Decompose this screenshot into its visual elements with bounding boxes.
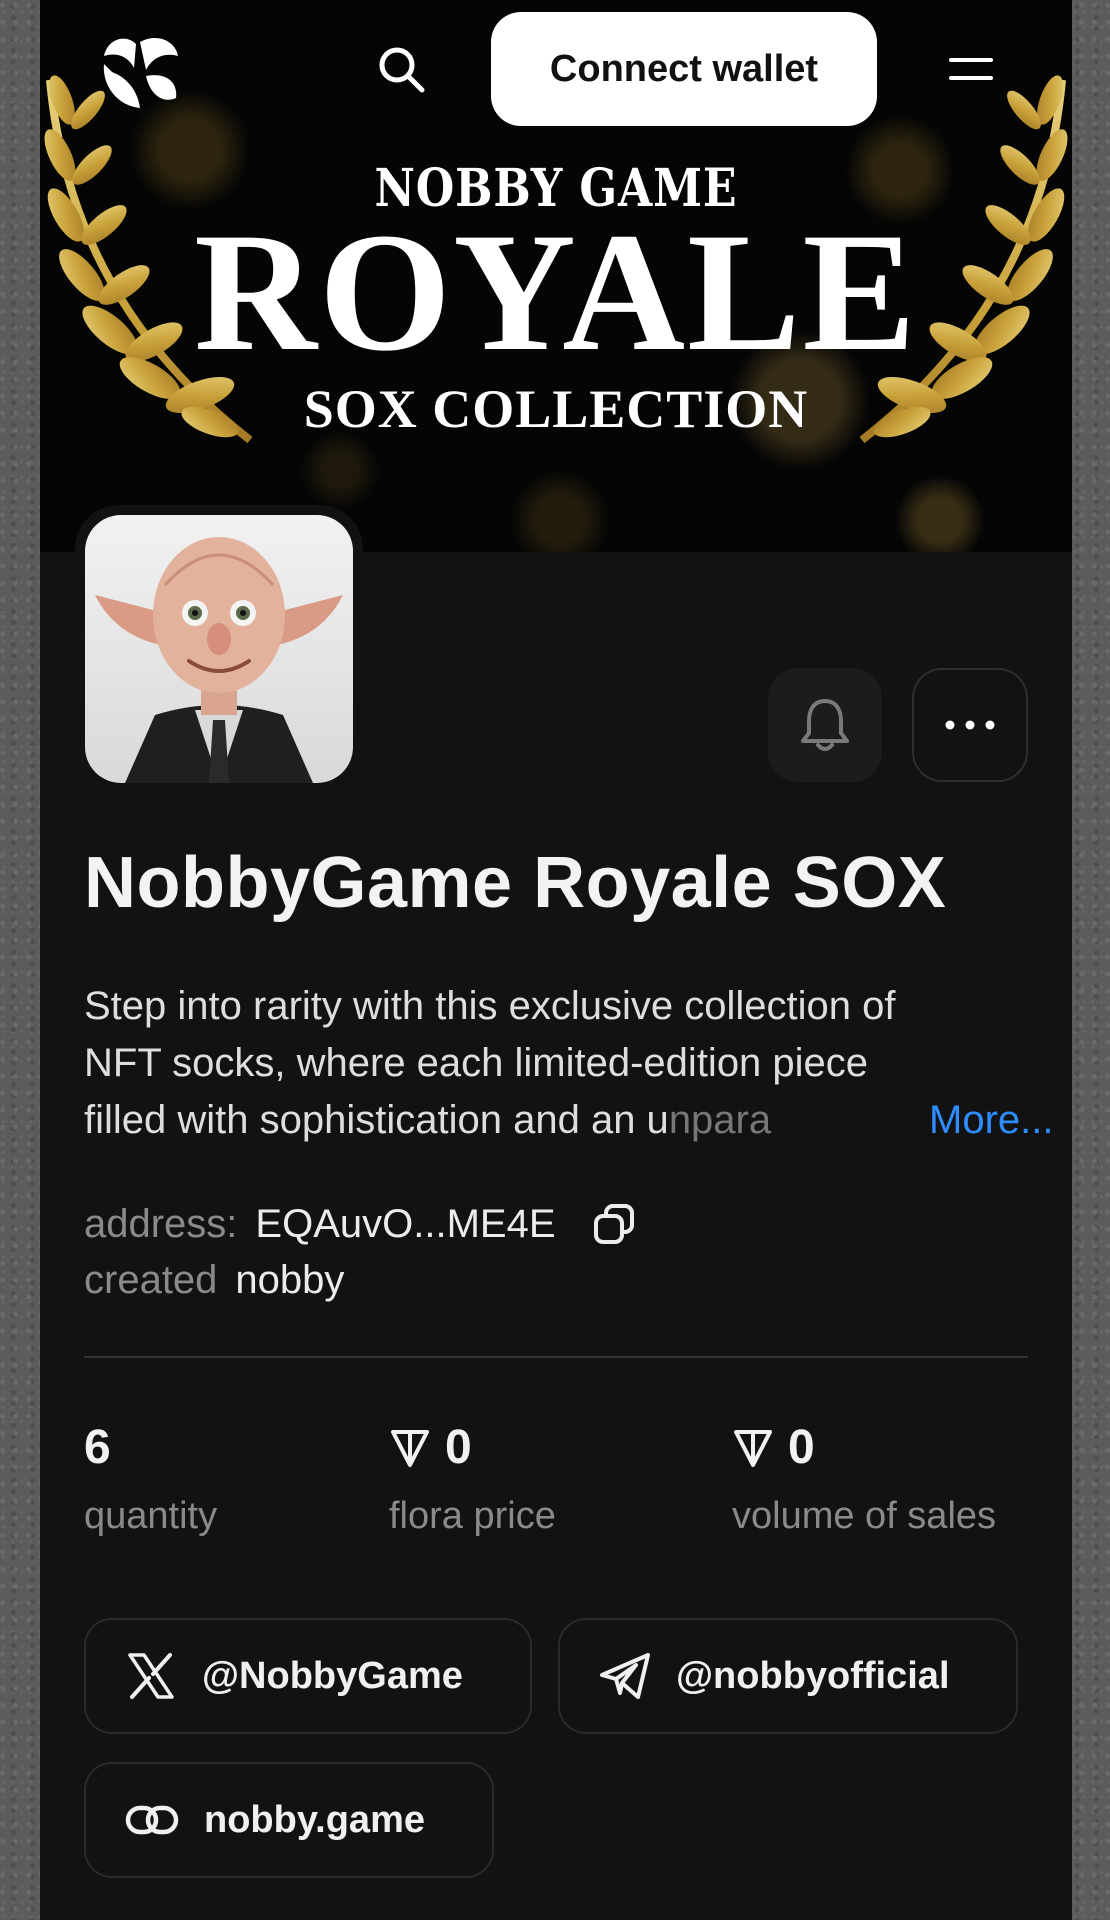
stat-floor-price-value: 0	[445, 1421, 472, 1474]
creator-value[interactable]: nobby	[235, 1258, 344, 1303]
ton-diamond-icon	[391, 1429, 429, 1467]
device-frame-right	[1072, 0, 1110, 1920]
ton-diamond-icon	[734, 1429, 772, 1467]
banner-subtitle: SOX COLLECTION	[303, 379, 809, 439]
stat-floor-price: 0 flora price	[389, 1420, 556, 1538]
stat-volume-label: volume of sales	[732, 1495, 997, 1537]
connect-wallet-button[interactable]: Connect wallet	[491, 12, 877, 126]
address-value[interactable]: EQAuvO...ME4E	[255, 1202, 555, 1247]
more-options-button[interactable]	[912, 668, 1028, 782]
stat-volume-value: 0	[788, 1421, 815, 1474]
more-link[interactable]: More...	[929, 1092, 1053, 1149]
stat-floor-price-label: flora price	[389, 1495, 556, 1537]
address-label: address:	[84, 1201, 238, 1246]
stat-floor-price-row: 0	[389, 1420, 556, 1475]
link-icon	[125, 1805, 179, 1835]
collection-avatar	[75, 505, 363, 793]
copy-icon[interactable]	[590, 1200, 638, 1248]
telegram-link-button[interactable]: @nobbyofficial	[558, 1618, 1018, 1734]
divider	[84, 1356, 1028, 1358]
stat-quantity-value: 6	[84, 1421, 111, 1474]
twitter-handle: @NobbyGame	[202, 1654, 463, 1697]
x-logo-icon	[128, 1653, 174, 1699]
stat-quantity: 6 quantity	[84, 1420, 217, 1538]
telegram-icon	[600, 1653, 650, 1699]
search-icon	[379, 47, 425, 93]
more-dots-icon	[945, 720, 995, 730]
nobby-logo-icon[interactable]	[98, 28, 182, 112]
twitter-link-button[interactable]: @NobbyGame	[84, 1618, 532, 1734]
banner-title: ROYALE	[194, 198, 918, 386]
hamburger-menu-icon	[949, 58, 993, 80]
created-label: created	[84, 1258, 218, 1302]
bell-icon	[801, 699, 849, 751]
website-url: nobby.game	[204, 1798, 425, 1841]
stat-quantity-label: quantity	[84, 1495, 218, 1537]
avatar-image	[85, 515, 353, 783]
description-line-1: Step into rarity with this exclusive col…	[84, 984, 896, 1028]
elf-character-icon	[95, 537, 343, 783]
creator-row: created nobby	[84, 1258, 344, 1303]
collection-title: NobbyGame Royale SOX	[84, 843, 947, 923]
description-line-3: filled with sophistication and an unpara	[84, 1098, 772, 1142]
stat-volume-row: 0	[732, 1420, 996, 1475]
device-frame-left	[0, 0, 40, 1920]
stat-volume: 0 volume of sales	[732, 1420, 996, 1538]
description-line-2: NFT socks, where each limited-edition pi…	[84, 1041, 869, 1085]
collection-description: Step into rarity with this exclusive col…	[84, 978, 1053, 1149]
website-link-button[interactable]: nobby.game	[84, 1762, 494, 1878]
address-row: address: EQAuvO...ME4E	[84, 1200, 638, 1248]
app-screen: NOBBY GAME ROYALE SOX COLLECTION Connect…	[40, 0, 1072, 1920]
search-button[interactable]	[368, 36, 434, 102]
telegram-handle: @nobbyofficial	[676, 1654, 950, 1697]
notify-button[interactable]	[768, 668, 882, 782]
menu-button[interactable]	[938, 36, 1004, 102]
